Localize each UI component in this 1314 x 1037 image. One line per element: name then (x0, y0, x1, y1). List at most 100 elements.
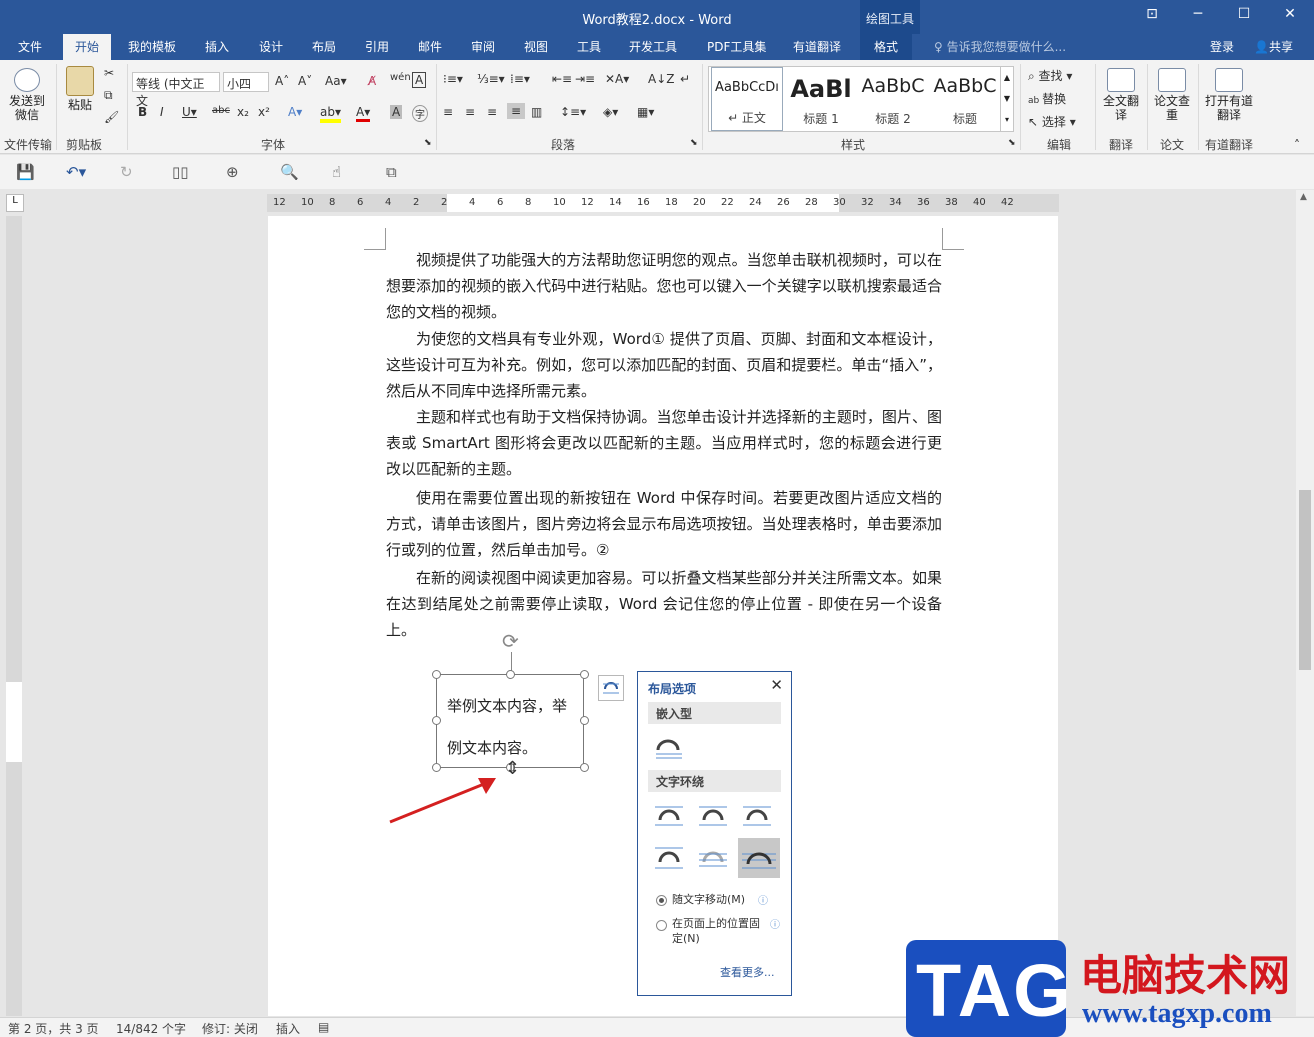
line-spacing-icon[interactable]: ↕≡▾ (560, 105, 586, 119)
resize-handle[interactable] (432, 670, 441, 679)
see-more-link[interactable]: 查看更多... (720, 964, 775, 980)
underline-icon[interactable]: U▾ (182, 105, 197, 119)
insert-mode[interactable]: 插入 (276, 1020, 300, 1037)
bullets-icon[interactable]: ⁝≡▾ (443, 72, 463, 86)
resize-handle[interactable] (506, 670, 515, 679)
format-painter-icon[interactable]: 🖌 (104, 110, 119, 124)
style-heading2[interactable]: AaBbC 标题 2 (857, 67, 929, 131)
tab-layout[interactable]: 布局 (312, 38, 336, 55)
tell-me-search[interactable]: ♀ 告诉我您想要做什么... (934, 38, 1066, 55)
vertical-scrollbar[interactable]: ▲ (1296, 190, 1314, 1016)
scroll-up-icon[interactable]: ▲ (1300, 192, 1307, 202)
tab-mailings[interactable]: 邮件 (418, 38, 442, 55)
chinese-layout-icon[interactable]: ✕A▾ (605, 72, 629, 86)
show-marks-icon[interactable]: ↵ (680, 72, 690, 86)
read-mode-icon[interactable]: ▯▯ (172, 163, 189, 181)
text-effects-icon[interactable]: A▾ (288, 105, 302, 119)
sort-icon[interactable]: A↓Z (648, 72, 674, 86)
tab-file[interactable]: 文件 (18, 38, 42, 55)
share-button[interactable]: 👤共享 (1248, 34, 1308, 60)
behind-text-icon[interactable] (696, 840, 730, 874)
close-icon[interactable]: ✕ (1278, 6, 1302, 26)
inline-wrap-icon[interactable] (652, 730, 686, 764)
top-bottom-wrap-icon[interactable] (652, 840, 686, 874)
resize-handle[interactable] (580, 716, 589, 725)
tab-home[interactable]: 开始 (63, 34, 112, 60)
resize-handle[interactable] (580, 763, 589, 772)
info-icon[interactable]: ⓘ (758, 892, 768, 907)
align-center-icon[interactable]: ≡ (465, 105, 475, 119)
decrease-indent-icon[interactable]: ⇤≡ (552, 72, 572, 86)
replace-button[interactable]: ab 替换 (1028, 90, 1066, 107)
tab-review[interactable]: 审阅 (471, 38, 495, 55)
justify-icon[interactable]: ≡ (507, 103, 526, 119)
tight-wrap-icon[interactable] (696, 798, 730, 832)
superscript-icon[interactable]: x² (258, 105, 270, 119)
square-wrap-icon[interactable] (652, 798, 686, 832)
tab-format[interactable]: 格式 (860, 34, 913, 60)
change-case-icon[interactable]: Aa▾ (325, 74, 347, 88)
body-paragraph[interactable]: 为使您的文档具有专业外观，Word① 提供了页眉、页脚、封面和文本框设计，这些设… (386, 326, 942, 404)
body-paragraph[interactable]: 视频提供了功能强大的方法帮助您证明您的观点。当您单击联机视频时，可以在想要添加的… (386, 247, 942, 325)
align-right-icon[interactable]: ≡ (487, 105, 497, 119)
body-paragraph[interactable]: 在新的阅读视图中阅读更加容易。可以折叠文档某些部分并关注所需文本。如果在达到结尾… (386, 565, 942, 643)
select-button[interactable]: ↖ 选择 ▾ (1028, 113, 1076, 130)
print-preview-icon[interactable]: 🔍 (280, 163, 299, 181)
through-wrap-icon[interactable] (740, 798, 774, 832)
font-dialog-launcher-icon[interactable]: ⬊ (424, 138, 432, 148)
tab-developer[interactable]: 开发工具 (629, 38, 677, 55)
grow-font-icon[interactable]: A˄ (275, 74, 289, 88)
resize-handle[interactable] (580, 670, 589, 679)
undo-icon[interactable]: ↶▾ (66, 163, 86, 181)
cut-icon[interactable]: ✂ (104, 66, 114, 80)
styles-dialog-launcher-icon[interactable]: ⬊ (1008, 138, 1016, 148)
tab-insert[interactable]: 插入 (205, 38, 229, 55)
increase-indent-icon[interactable]: ⇥≡ (575, 72, 595, 86)
clear-format-icon[interactable]: A̸ (368, 74, 376, 88)
tab-pdf-tools[interactable]: PDF工具集 (707, 38, 766, 55)
open-youdao-button[interactable]: 打开有道翻译 (1202, 68, 1256, 122)
ribbon-display-icon[interactable]: ⊡ (1140, 6, 1164, 26)
text-box[interactable]: 举例文本内容，举例文本内容。 (436, 674, 584, 768)
full-translate-button[interactable]: 全文翻译 (1101, 68, 1141, 122)
scroll-thumb[interactable] (1299, 490, 1311, 670)
numbering-icon[interactable]: ⅓≡▾ (477, 72, 505, 86)
close-icon[interactable]: ✕ (770, 676, 783, 694)
distributed-icon[interactable]: ▥ (531, 105, 542, 119)
style-title[interactable]: AaBbC 标题 (929, 67, 1001, 131)
bold-icon[interactable]: B (138, 105, 147, 119)
shrink-font-icon[interactable]: A˅ (298, 74, 312, 88)
pinyin-guide-icon[interactable]: wén (390, 72, 411, 83)
move-with-text-radio[interactable] (656, 895, 667, 906)
horizontal-ruler[interactable]: 12 10 8 6 4 2 2 4 6 8 10 12 14 16 18 20 22 24 26 28 30 32 34 36… (267, 194, 1059, 212)
body-paragraph[interactable]: 主题和样式也有助于文档保持协调。当您单击设计并选择新的主题时，图片、图表或 Sm… (386, 404, 942, 482)
tab-design[interactable]: 设计 (259, 38, 283, 55)
minimize-icon[interactable]: ─ (1186, 6, 1210, 26)
copy-icon[interactable]: ⧉ (104, 88, 113, 103)
highlight-icon[interactable]: ab▾ (320, 105, 341, 123)
info-icon[interactable]: ⓘ (770, 916, 780, 931)
tab-tools[interactable]: 工具 (577, 38, 601, 55)
char-border-icon[interactable]: A (412, 72, 427, 88)
paste-button[interactable]: 粘贴 (62, 66, 98, 112)
revision-status[interactable]: 修订: 关闭 (202, 1020, 258, 1037)
enclose-char-icon[interactable]: 字 (412, 105, 428, 122)
styles-scroll[interactable]: ▲ ▼ ▾ (1000, 67, 1013, 131)
style-heading1[interactable]: AaBl 标题 1 (785, 67, 857, 131)
web-layout-icon[interactable]: ⊕ (226, 163, 239, 181)
page-count[interactable]: 第 2 页，共 3 页 (8, 1020, 99, 1037)
redo-icon[interactable]: ↻ (120, 163, 133, 181)
borders-icon[interactable]: ▦▾ (637, 105, 654, 119)
tab-selector[interactable]: L (6, 194, 24, 212)
italic-icon[interactable]: I (160, 105, 164, 119)
login-link[interactable]: 登录 (1210, 38, 1234, 55)
font-name-combo[interactable]: 等线 (中文正文 (132, 72, 220, 108)
save-icon[interactable]: 💾 (16, 163, 35, 181)
move-with-text-label[interactable]: 随文字移动(M) (672, 892, 745, 907)
fix-position-label[interactable]: 在页面上的位置固定(N) (672, 916, 762, 946)
paragraph-dialog-launcher-icon[interactable]: ⬊ (690, 138, 698, 148)
touch-mode-icon[interactable]: ☝ (332, 163, 341, 181)
font-size-combo[interactable]: 小四 (223, 72, 269, 92)
paper-check-button[interactable]: 论文查重 (1152, 68, 1192, 122)
vertical-ruler[interactable] (6, 216, 22, 1016)
